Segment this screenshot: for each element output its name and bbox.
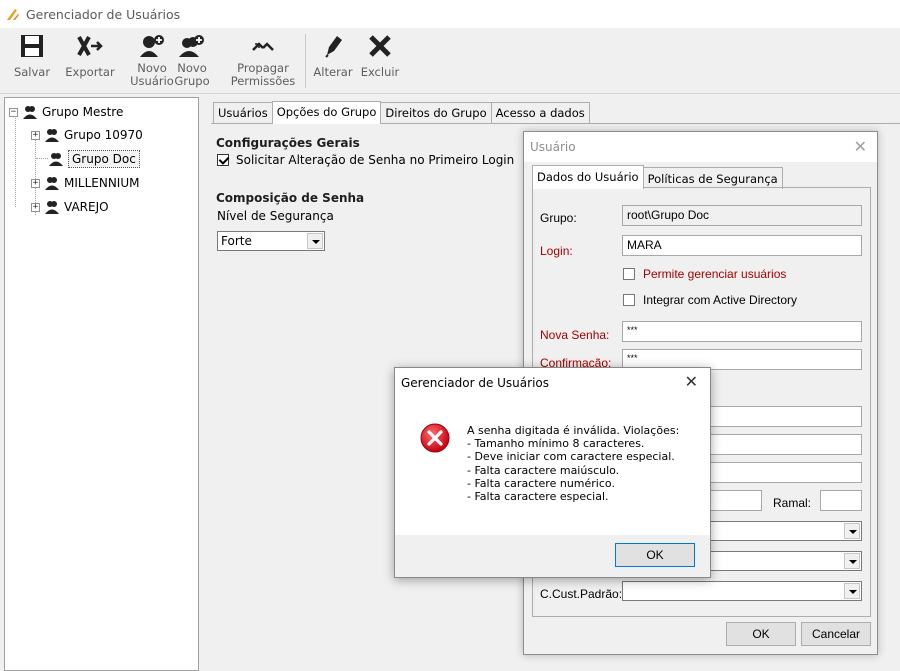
cancel-button[interactable]: Cancelar [801,622,871,646]
tree-item-label: VAREJO [64,200,109,214]
user-dialog-titlebar: Usuário ✕ [524,132,877,162]
security-level-label: Nível de Segurança [217,209,334,223]
add-group-icon [179,30,205,62]
allow-manage-checkbox[interactable] [623,268,635,280]
tree-item-grupo-10970[interactable]: + Grupo 10970 [31,124,143,146]
propagate-icon [251,30,275,62]
ok-button[interactable]: OK [615,543,695,567]
require-change-checkbox[interactable] [217,154,229,166]
new-user-button[interactable]: Novo Usuário [128,30,176,88]
pencil-icon [322,30,344,62]
user-dialog-title: Usuário [530,140,576,154]
window-titlebar: Gerenciador de Usuários [0,0,900,28]
export-icon [76,30,104,62]
main-tabs: Usuários Opções do Grupo Direitos do Gru… [213,101,590,124]
close-x-icon [368,30,392,62]
login-label: Login: [540,244,573,258]
save-button[interactable]: Salvar [6,30,58,79]
new-password-field[interactable]: *** [622,321,862,342]
require-change-option[interactable]: Solicitar Alteração de Senha no Primeiro… [217,153,514,167]
tab-politicas-de-seguranca[interactable]: Políticas de Segurança [642,167,783,189]
new-user-label-2: Usuário [130,74,174,88]
extension-label: Ramal: [773,496,812,510]
tab-dados-do-usuario[interactable]: Dados do Usuário [532,165,644,189]
general-settings-title: Configurações Gerais [216,136,360,150]
integrate-ad-option[interactable]: Integrar com Active Directory [623,293,797,307]
edit-button[interactable]: Alterar [311,30,355,79]
login-field[interactable]: MARA [622,235,862,256]
add-user-icon [139,30,165,62]
ok-button[interactable]: OK [726,622,796,646]
tab-direitos-do-grupo[interactable]: Direitos do Grupo [380,102,492,123]
error-message: A senha digitada é inválida. Violações: … [467,424,680,504]
toolbar: Salvar Exportar Novo Usuário Novo Grupo … [0,28,900,94]
user-dialog-tabs: Dados do Usuário Políticas de Segurança [532,165,783,189]
toolbar-separator [305,34,306,88]
delete-button[interactable]: Excluir [356,30,404,79]
password-composition-title: Composição de Senha [216,191,365,205]
error-dialog-title: Gerenciador de Usuários [401,376,550,390]
tree-item-root[interactable]: − Grupo Mestre [9,101,123,123]
group-icon [45,177,59,190]
save-label: Salvar [13,65,51,79]
propagate-permissions-button[interactable]: Propagar Permissões [228,30,298,88]
group-icon [45,201,59,214]
edit-label: Alterar [313,65,353,79]
tree-item-label: Grupo Doc [68,150,140,168]
group-tree[interactable]: − Grupo Mestre + Grupo 10970 Grupo Doc +… [4,97,199,671]
chevron-down-icon [844,553,860,569]
extension-field[interactable] [820,490,862,511]
allow-manage-option[interactable]: Permite gerenciar usuários [623,267,786,281]
expand-icon[interactable]: + [31,130,40,140]
save-icon [19,30,45,62]
security-level-value: Forte [221,234,252,248]
app-icon [7,9,19,20]
close-icon[interactable]: ✕ [685,372,698,391]
group-icon [49,153,63,166]
new-password-label: Nova Senha: [540,328,610,342]
error-dialog: Gerenciador de Usuários ✕ A senha digita… [394,367,711,578]
group-icon [23,106,37,119]
new-group-button[interactable]: Novo Grupo [174,30,210,88]
error-dialog-footer: OK [395,535,710,577]
collapse-icon[interactable]: − [9,107,18,117]
tree-item-millennium[interactable]: + MILLENNIUM [31,172,139,194]
cost-center-label: C.Cust.Padrão: [540,587,623,601]
expand-icon[interactable]: + [31,178,40,188]
close-icon[interactable]: ✕ [854,137,867,156]
tree-item-varejo[interactable]: + VAREJO [31,196,109,218]
tree-line [15,116,16,207]
expand-icon[interactable]: + [31,202,40,212]
tree-item-label: Grupo 10970 [64,128,143,142]
chevron-down-icon [307,233,323,249]
integrate-ad-label: Integrar com Active Directory [643,293,798,307]
tab-usuarios[interactable]: Usuários [213,102,273,123]
chevron-down-icon [844,523,860,539]
chevron-down-icon [844,583,860,599]
tree-item-label: MILLENNIUM [64,176,140,190]
group-icon [45,129,59,142]
integrate-ad-checkbox[interactable] [623,294,635,306]
error-icon [420,423,450,453]
security-level-select[interactable]: Forte [217,231,325,251]
window-title: Gerenciador de Usuários [26,6,181,22]
export-button[interactable]: Exportar [62,30,118,79]
export-label: Exportar [65,65,115,79]
cost-center-select[interactable] [622,581,862,601]
tree-item-label: Grupo Mestre [42,105,124,119]
tab-acesso-a-dados[interactable]: Acesso a dados [490,102,590,123]
new-group-label-2: Grupo [174,74,210,88]
delete-label: Excluir [360,65,400,79]
tree-item-grupo-doc[interactable]: Grupo Doc [44,148,140,170]
allow-manage-label: Permite gerenciar usuários [643,267,787,281]
group-label: Grupo: [540,211,577,225]
tab-opcoes-do-grupo[interactable]: Opções do Grupo [271,101,382,124]
group-field: root\Grupo Doc [622,205,862,226]
require-change-label: Solicitar Alteração de Senha no Primeiro… [236,153,515,167]
propagate-label-2: Permissões [230,74,296,88]
